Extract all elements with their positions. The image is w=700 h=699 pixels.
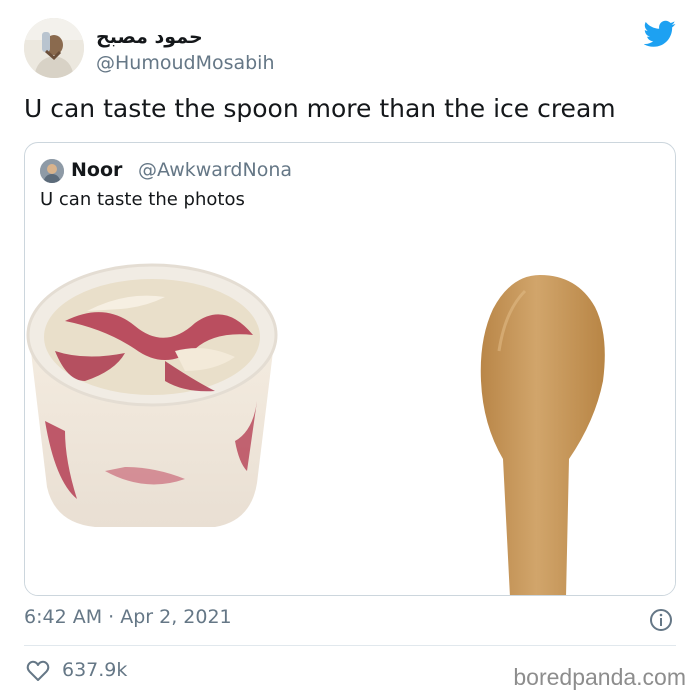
ice-cream-cup-image (26, 263, 278, 527)
twitter-bird-icon[interactable] (644, 20, 676, 48)
divider (24, 645, 676, 646)
user-handle[interactable]: @HumoudMosabih (96, 52, 275, 74)
quoted-tweet-card[interactable]: Noor @AwkwardNona U can taste the photos (24, 142, 676, 596)
tweet-timestamp[interactable]: 6:42 AM · Apr 2, 2021 (24, 606, 232, 628)
quoted-tweet-text: U can taste the photos (40, 189, 245, 210)
info-icon[interactable] (649, 608, 673, 632)
quoted-display-name[interactable]: Noor (71, 159, 122, 181)
quoted-tweet-media[interactable] (25, 231, 676, 596)
quoted-avatar-photo (40, 159, 64, 183)
watermark: boredpanda.com (513, 664, 686, 690)
quoted-user-handle[interactable]: @AwkwardNona (138, 159, 292, 181)
avatar-photo (24, 18, 84, 78)
display-name[interactable]: حمود مصبح (96, 26, 203, 48)
tweet-text: U can taste the spoon more than the ice … (24, 94, 616, 123)
heart-icon[interactable] (26, 660, 50, 682)
tweet-header: حمود مصبح @HumoudMosabih (24, 18, 684, 80)
avatar[interactable] (24, 18, 84, 78)
quoted-avatar[interactable] (40, 159, 64, 183)
like-count: 637.9k (62, 659, 128, 681)
